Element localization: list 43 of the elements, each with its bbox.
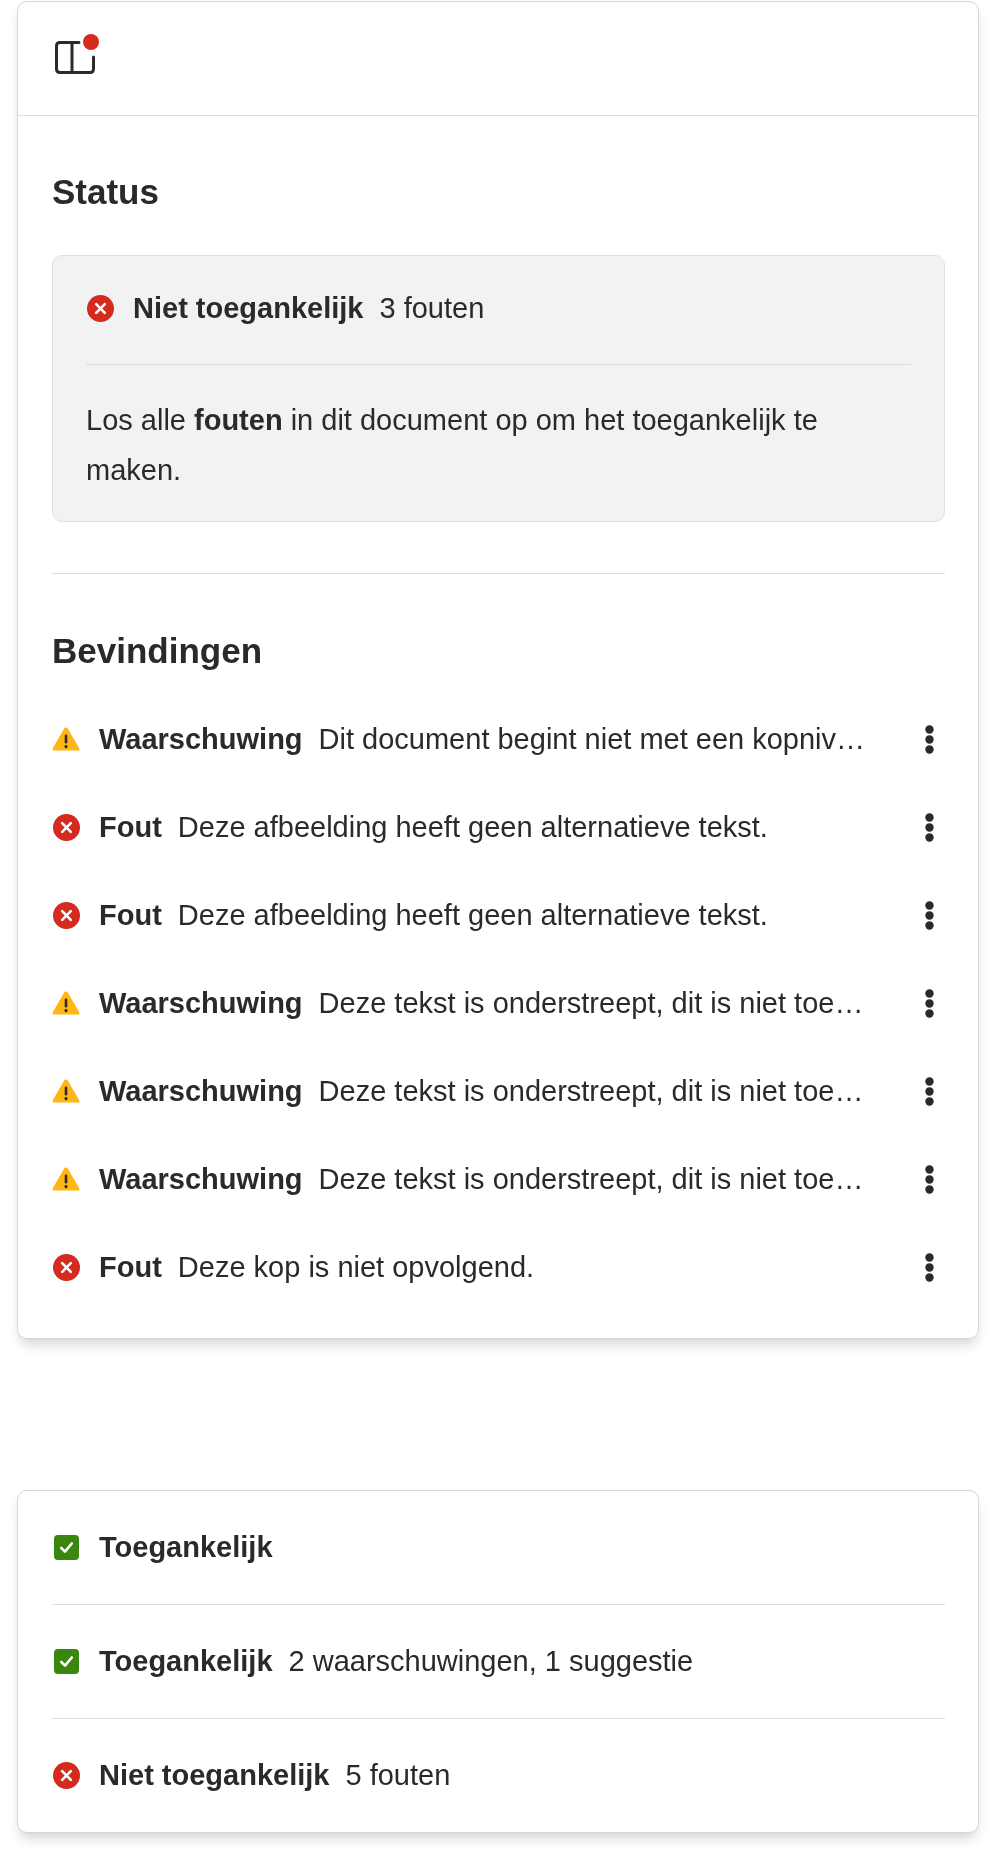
kebab-menu-icon bbox=[924, 900, 934, 930]
kebab-menu-icon bbox=[924, 1076, 934, 1106]
status-message: Los alle fouten in dit document op om het toegankelijk te maken. bbox=[86, 403, 819, 488]
severity-label: Fout bbox=[99, 810, 162, 844]
warning-icon bbox=[52, 1079, 80, 1103]
severity-label: Waarschuwing bbox=[99, 986, 303, 1020]
error-icon bbox=[52, 1253, 80, 1281]
severity-label: Waarschuwing bbox=[99, 722, 303, 756]
severity-label: Fout bbox=[99, 1250, 162, 1284]
kebab-menu-icon bbox=[924, 724, 934, 754]
finding-message: Deze kop is niet opvolgend. bbox=[177, 1250, 536, 1284]
section-heading: Bevindingen bbox=[52, 630, 264, 672]
sidebar-icon[interactable] bbox=[55, 41, 95, 74]
section-heading: Status bbox=[52, 171, 160, 213]
severity-label: Waarschuwing bbox=[99, 1162, 303, 1196]
status-label: Niet toegankelijk bbox=[133, 291, 364, 325]
finding-message: Deze tekst is onderstreept, dit is niet toe… bbox=[318, 1074, 865, 1108]
warning-icon bbox=[52, 1167, 80, 1191]
status-label: Niet toegankelijk bbox=[99, 1759, 330, 1792]
status-detail: 3 fouten bbox=[379, 291, 485, 325]
status-detail: 5 fouten bbox=[345, 1759, 451, 1792]
check-icon bbox=[53, 1535, 79, 1560]
severity-label: Waarschuwing bbox=[99, 1074, 303, 1108]
severity-label: Fout bbox=[99, 898, 162, 932]
error-icon bbox=[52, 901, 80, 929]
kebab-menu-icon bbox=[924, 1164, 934, 1194]
kebab-menu-icon bbox=[924, 988, 934, 1018]
finding-message: Deze tekst is onderstreept, dit is niet toe… bbox=[318, 1162, 865, 1196]
error-icon bbox=[52, 1762, 80, 1789]
error-icon bbox=[52, 813, 80, 841]
warning-icon bbox=[52, 991, 80, 1015]
warning-icon bbox=[52, 727, 80, 751]
status-label: Toegankelijk bbox=[99, 1531, 273, 1564]
status-detail: 2 waarschuwingen, 1 suggestie bbox=[288, 1645, 694, 1678]
finding-message: Deze tekst is onderstreept, dit is niet toe… bbox=[318, 986, 865, 1020]
error-icon bbox=[86, 294, 114, 322]
kebab-menu-icon bbox=[924, 812, 934, 842]
finding-message: Deze afbeelding heeft geen alternatieve tekst. bbox=[177, 810, 769, 844]
finding-message: Dit document begint niet met een kopniv… bbox=[318, 722, 867, 756]
check-icon bbox=[53, 1649, 79, 1674]
status-label: Toegankelijk bbox=[99, 1645, 273, 1678]
finding-message: Deze afbeelding heeft geen alternatieve tekst. bbox=[177, 898, 769, 932]
kebab-menu-icon bbox=[924, 1252, 934, 1282]
